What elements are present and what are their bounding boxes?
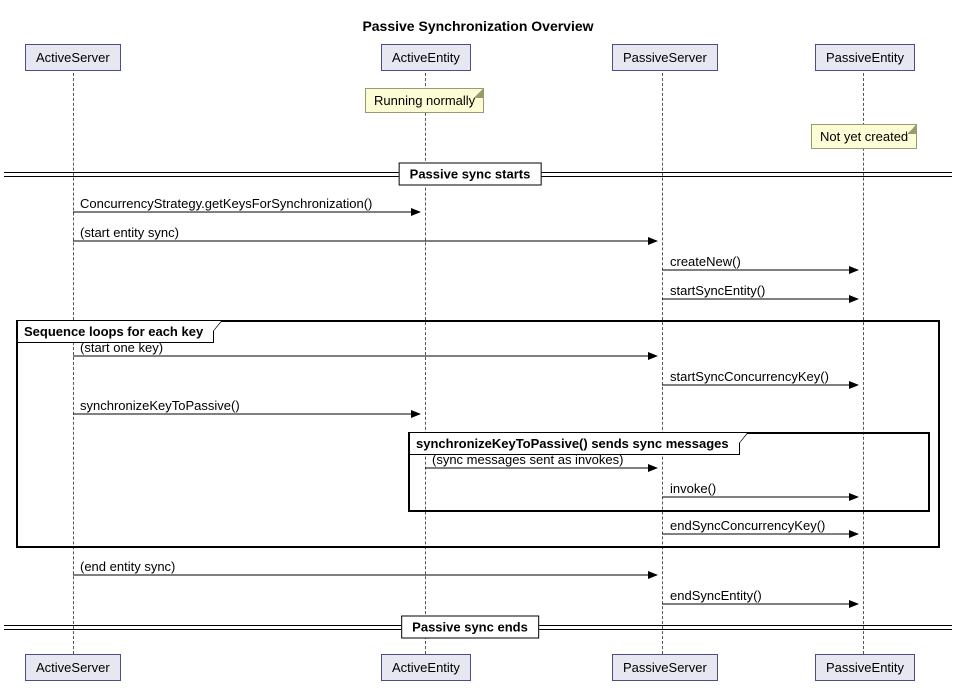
participant-passive-server-bottom: PassiveServer <box>612 654 718 681</box>
msg-start-entity-sync: (start entity sync) <box>80 225 179 240</box>
participant-active-entity-top: ActiveEntity <box>381 44 471 71</box>
msg-synchronize-key-to-passive: synchronizeKeyToPassive() <box>80 398 240 413</box>
participant-passive-entity-top: PassiveEntity <box>815 44 915 71</box>
participant-active-entity-bottom: ActiveEntity <box>381 654 471 681</box>
divider-start-label: Passive sync starts <box>399 163 542 186</box>
msg-end-sync-concurrency-key: endSyncConcurrencyKey() <box>670 518 825 533</box>
msg-end-entity-sync: (end entity sync) <box>80 559 175 574</box>
participant-passive-entity-bottom: PassiveEntity <box>815 654 915 681</box>
msg-start-sync-concurrency-key: startSyncConcurrencyKey() <box>670 369 829 384</box>
msg-create-new: createNew() <box>670 254 741 269</box>
msg-end-sync-entity: endSyncEntity() <box>670 588 762 603</box>
participant-active-server-top: ActiveServer <box>25 44 121 71</box>
participant-passive-server-top: PassiveServer <box>612 44 718 71</box>
divider-end-label: Passive sync ends <box>401 616 539 639</box>
msg-sync-invokes: (sync messages sent as invokes) <box>432 452 623 467</box>
msg-invoke: invoke() <box>670 481 716 496</box>
msg-start-sync-entity: startSyncEntity() <box>670 283 765 298</box>
diagram-title: Passive Synchronization Overview <box>0 18 956 34</box>
note-running-normally: Running normally <box>365 88 484 113</box>
msg-start-one-key: (start one key) <box>80 340 163 355</box>
note-not-yet-created: Not yet created <box>811 124 917 149</box>
diagram-canvas: Passive Synchronization Overview ActiveS… <box>0 0 956 696</box>
participant-active-server-bottom: ActiveServer <box>25 654 121 681</box>
msg-get-keys: ConcurrencyStrategy.getKeysForSynchroniz… <box>80 196 372 211</box>
